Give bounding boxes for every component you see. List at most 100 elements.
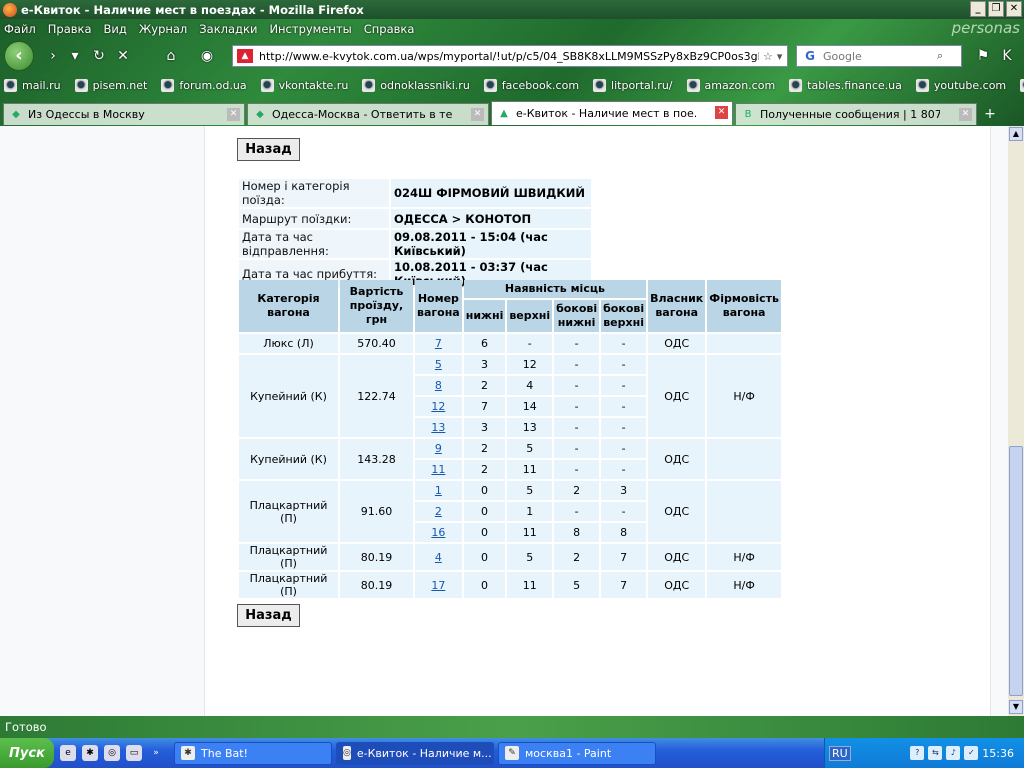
tray-volume-icon[interactable]: ♪	[946, 746, 961, 760]
bookmark-3[interactable]: ● vkontakte.ru	[260, 78, 348, 92]
back-button[interactable]: ‹	[4, 41, 34, 71]
tab-label: e-Квиток - Наличие мест в пое...	[516, 107, 696, 120]
menu-item-6[interactable]: Справка	[364, 22, 415, 36]
bookmark-10[interactable]: ●meebo.com	[1020, 78, 1024, 92]
car-link[interactable]: 16	[431, 526, 445, 539]
bookmark-6[interactable]: ● litportal.ru/	[593, 78, 673, 92]
new-tab-icon[interactable]: +	[979, 103, 1001, 125]
tray-network-icon[interactable]: ⇆	[928, 746, 943, 760]
language-indicator[interactable]: RU	[829, 745, 851, 761]
taskbar-task-2[interactable]: ✎ москва1 - Paint	[498, 741, 656, 765]
car-link[interactable]: 7	[435, 337, 442, 350]
tab-2[interactable]: ▲ e-Квиток - Наличие мест в пое... ✕	[491, 101, 733, 125]
menu-item-3[interactable]: Журнал	[139, 22, 187, 36]
tab-0[interactable]: ◆ Из Одессы в Москву ✕	[3, 103, 245, 125]
start-button[interactable]: Пуск	[0, 738, 54, 768]
car-link[interactable]: 13	[431, 421, 445, 434]
cell-category: Купейний (К)	[239, 439, 338, 479]
bookmark-label: forum.od.ua	[179, 78, 247, 92]
menu-item-5[interactable]: Инструменты	[269, 22, 351, 36]
tab-close-icon[interactable]: ✕	[227, 108, 240, 121]
car-link[interactable]: 1	[435, 484, 442, 497]
back-bottom-button[interactable]: Назад	[237, 604, 300, 627]
car-link[interactable]: 9	[435, 442, 442, 455]
bookmark-9[interactable]: ● youtube.com	[915, 78, 1006, 92]
tab-1[interactable]: ◆ Одесса-Москва - Ответить в теме ✕	[247, 103, 489, 125]
header-car: Номер вагона	[415, 280, 462, 332]
maximize-button[interactable]: ❐	[988, 1, 1004, 17]
menu-item-1[interactable]: Правка	[48, 22, 92, 36]
bookmark-label: mail.ru	[22, 78, 61, 92]
help-icon[interactable]: ?	[910, 746, 925, 760]
cell-owner: ОДС	[648, 334, 706, 353]
url-bar[interactable]: ▲ http://www.e-kvytok.com.ua/wps/myporta…	[232, 45, 788, 67]
cell-brand	[707, 439, 781, 479]
tab-close-icon[interactable]: ✕	[471, 108, 484, 121]
minimize-button[interactable]: _	[970, 1, 986, 17]
bookmark-1[interactable]: ● pisem.net	[74, 78, 147, 92]
search-input[interactable]	[823, 49, 933, 63]
bookmark-favicon-icon: ●	[483, 78, 497, 92]
car-link[interactable]: 17	[431, 579, 445, 592]
menu-item-0[interactable]: Файл	[4, 22, 36, 36]
car-link[interactable]: 4	[435, 551, 442, 564]
home-icon[interactable]: ⌂	[162, 47, 180, 65]
bookmark-favicon-icon: ●	[260, 78, 274, 92]
bookmark-4[interactable]: ● odnoklassniki.ru	[362, 78, 470, 92]
tab-label: Одесса-Москва - Ответить в теме	[272, 108, 452, 121]
stop-icon[interactable]: ✕	[114, 47, 132, 65]
tab-3[interactable]: B Полученные сообщения | 1 807 соо... ✕	[735, 103, 977, 125]
car-link[interactable]: 12	[431, 400, 445, 413]
search-box[interactable]: G ⌕	[796, 45, 962, 67]
scrollbar-thumb[interactable]	[1009, 446, 1023, 696]
cell-upper: -	[507, 334, 553, 353]
quicklaunch-firefox-icon[interactable]: ◎	[104, 745, 120, 761]
cell-side-upper: -	[601, 355, 647, 374]
menu-item-4[interactable]: Закладки	[199, 22, 257, 36]
bookmark-7[interactable]: ● amazon.com	[686, 78, 775, 92]
tab-close-icon[interactable]: ✕	[715, 106, 728, 119]
bookmark-2[interactable]: ● forum.od.ua	[161, 78, 247, 92]
car-link[interactable]: 2	[435, 505, 442, 518]
url-text[interactable]: http://www.e-kvytok.com.ua/wps/myportal/…	[259, 50, 759, 63]
forward-icon[interactable]: ›	[44, 47, 62, 65]
search-magnifier-icon[interactable]: ⌕	[937, 49, 943, 63]
cell-car: 4	[415, 544, 462, 570]
quicklaunch-ie-icon[interactable]: e	[60, 745, 76, 761]
google-engine-icon[interactable]: G	[797, 46, 823, 66]
seat-availability-table: Категорія вагона Вартість проїзду, грн Н…	[237, 278, 783, 600]
car-link[interactable]: 5	[435, 358, 442, 371]
tab-close-icon[interactable]: ✕	[959, 108, 972, 121]
url-dropdown-icon[interactable]: ▾	[777, 50, 783, 63]
close-window-button[interactable]: ✕	[1006, 1, 1022, 17]
back-top-button[interactable]: Назад	[237, 138, 300, 161]
info-label: Маршрут поїздки:	[239, 209, 389, 228]
quicklaunch-bat-icon[interactable]: ✱	[82, 745, 98, 761]
bookmark-5[interactable]: ● facebook.com	[483, 78, 579, 92]
cell-price: 80.19	[340, 544, 413, 570]
addon-k-icon[interactable]: K	[998, 47, 1016, 65]
cell-side-lower: 2	[554, 544, 600, 570]
scroll-down-icon[interactable]: ▼	[1009, 700, 1023, 714]
vertical-scrollbar[interactable]: ▲ ▼	[1008, 126, 1024, 716]
menu-item-2[interactable]: Вид	[104, 22, 127, 36]
quicklaunch-more-icon[interactable]: »	[148, 745, 164, 761]
bookmark-star-icon[interactable]: ☆	[763, 50, 773, 63]
car-link[interactable]: 8	[435, 379, 442, 392]
car-link[interactable]: 11	[431, 463, 445, 476]
taskbar-task-1[interactable]: ◎ е-Квиток - Наличие м...	[336, 741, 494, 765]
bookmark-8[interactable]: ● tables.finance.ua	[789, 78, 902, 92]
tab-favicon-icon: ◆	[12, 108, 20, 120]
eye-icon[interactable]: ◉	[198, 47, 216, 65]
cell-upper: 13	[507, 418, 553, 437]
quicklaunch-desktop-icon[interactable]: ▭	[126, 745, 142, 761]
bookmark-0[interactable]: ● mail.ru	[4, 78, 61, 92]
navigation-toolbar: ‹ › ▾ ↻ ✕ ⌂ ◉ ▲ http://www.e-kvytok.com.…	[0, 39, 1024, 72]
scroll-up-icon[interactable]: ▲	[1009, 127, 1023, 141]
tray-antivirus-icon[interactable]: ✓	[964, 746, 979, 760]
info-row: Дата та час відправлення: 09.08.2011 - 15…	[239, 230, 591, 258]
reload-icon[interactable]: ↻	[90, 47, 108, 65]
history-dropdown-icon[interactable]: ▾	[66, 47, 84, 65]
addon-flag-icon[interactable]: ⚑	[974, 47, 992, 65]
taskbar-task-0[interactable]: ✱ The Bat!	[174, 741, 332, 765]
